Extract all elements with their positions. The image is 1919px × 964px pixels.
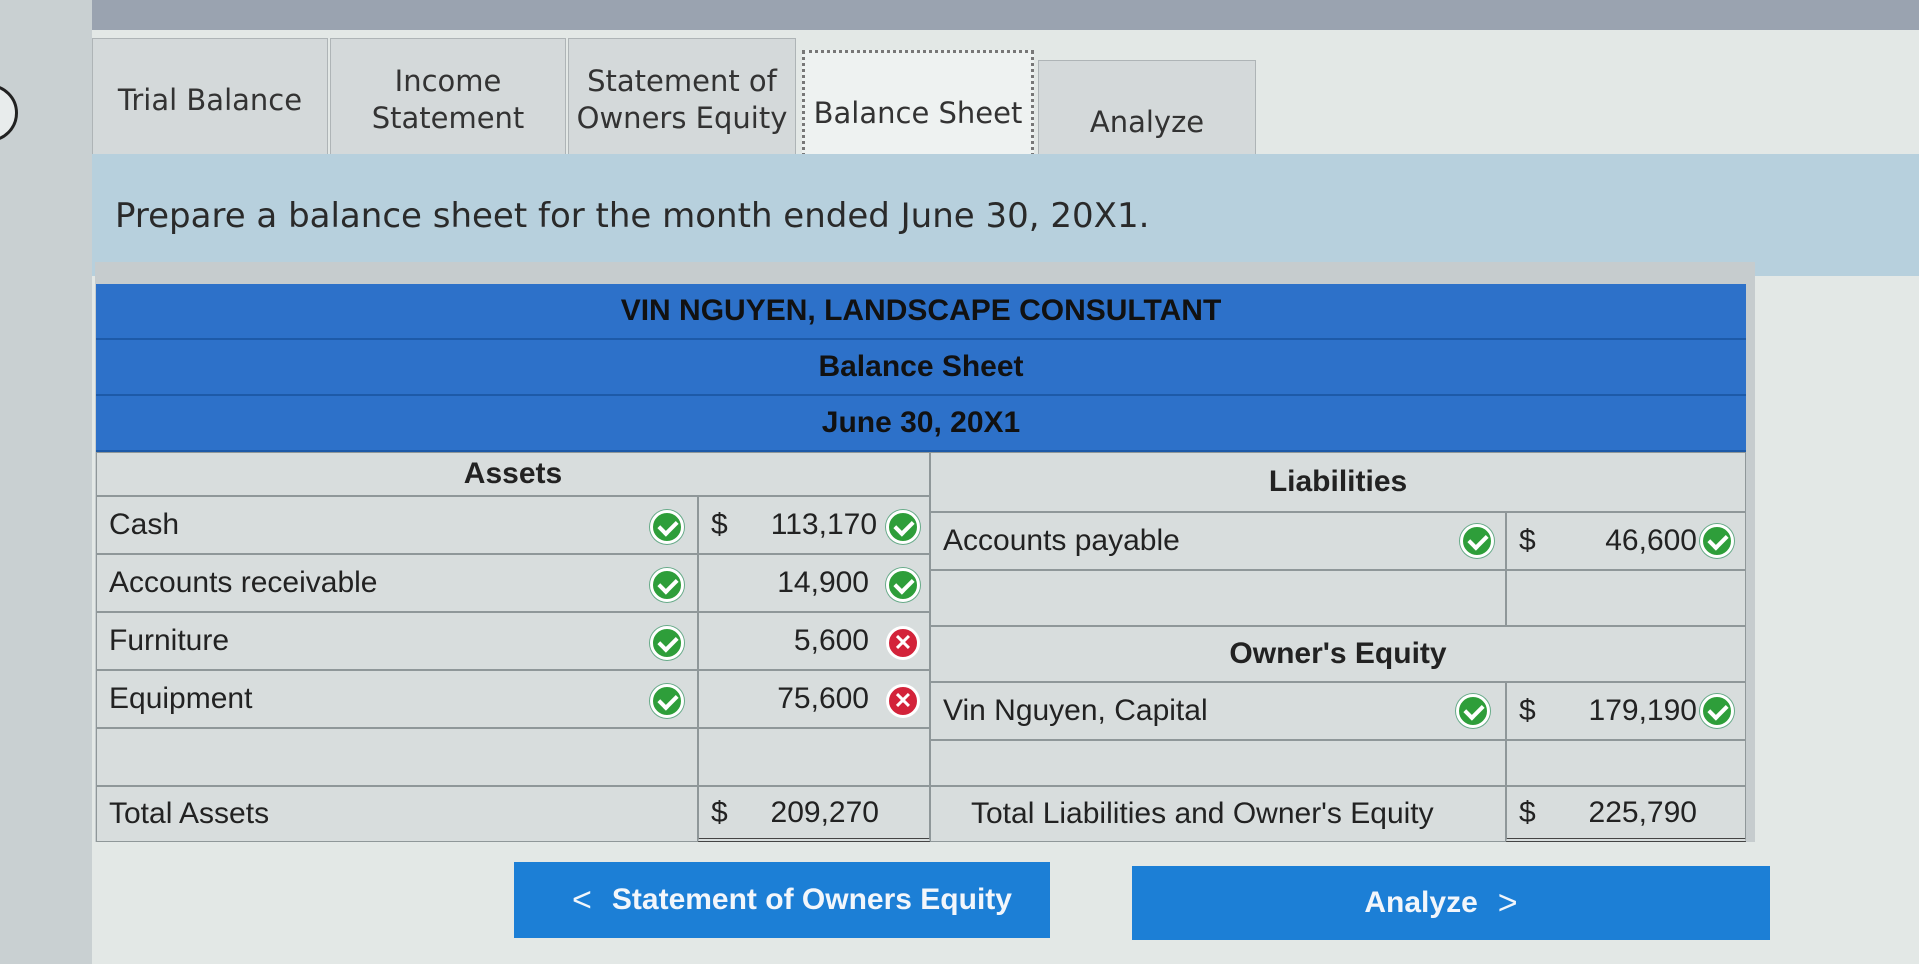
instructions-text: Prepare a balance sheet for the month en… xyxy=(115,196,1150,236)
asset-label-furniture[interactable]: Furniture xyxy=(96,612,698,670)
correct-check-icon xyxy=(650,568,684,602)
correct-check-icon xyxy=(1460,524,1494,558)
tab-label: Statement of xyxy=(587,64,777,98)
tab-statement-owners-equity[interactable]: Statement of Owners Equity xyxy=(568,38,796,162)
correct-check-icon xyxy=(1700,694,1734,728)
dollar-sign: $ xyxy=(1519,795,1536,829)
tab-income-statement[interactable]: Income Statement xyxy=(330,38,566,162)
liability-label-accounts-payable[interactable]: Accounts payable xyxy=(930,512,1506,570)
company-name: VIN NGUYEN, LANDSCAPE CONSULTANT xyxy=(96,284,1746,340)
dollar-sign: $ xyxy=(711,795,728,829)
dollar-sign: $ xyxy=(1519,524,1536,557)
equity-label-empty[interactable] xyxy=(930,740,1506,786)
total-assets-amount[interactable]: $ 209,270 xyxy=(698,786,930,842)
correct-check-icon xyxy=(650,510,684,544)
correct-check-icon xyxy=(1700,524,1734,558)
correct-check-icon xyxy=(650,684,684,718)
chevron-right-icon: > xyxy=(1497,883,1518,922)
tab-label: Balance Sheet xyxy=(813,95,1023,130)
correct-check-icon xyxy=(1456,694,1490,728)
assets-header: Assets xyxy=(96,452,930,496)
liability-amount-empty[interactable] xyxy=(1506,570,1746,626)
equity-label-capital[interactable]: Vin Nguyen, Capital xyxy=(930,682,1506,740)
statement-date: June 30, 20X1 xyxy=(96,396,1746,452)
tab-label: Analyze xyxy=(1089,104,1205,139)
asset-amount-empty[interactable] xyxy=(698,728,930,786)
correct-check-icon xyxy=(886,568,920,602)
owners-equity-header: Owner's Equity xyxy=(930,626,1746,682)
equity-amount-empty[interactable] xyxy=(1506,740,1746,786)
next-analyze-button[interactable]: Analyze > xyxy=(1132,866,1770,940)
amount-value: 46,600 xyxy=(1605,524,1697,557)
correct-check-icon xyxy=(886,510,920,544)
prev-statement-button[interactable]: < Statement of Owners Equity xyxy=(514,862,1050,938)
liabilities-header: Liabilities xyxy=(930,452,1746,512)
chevron-left-icon: < xyxy=(572,880,592,919)
amount-value: 113,170 xyxy=(770,508,877,541)
amount-value: 209,270 xyxy=(770,795,879,829)
tab-label: Statement xyxy=(371,101,525,135)
left-strip xyxy=(0,0,92,964)
asset-label-empty[interactable] xyxy=(96,728,698,786)
amount-value: 179,190 xyxy=(1588,694,1697,727)
amount-value: 225,790 xyxy=(1588,795,1697,829)
asset-label-accounts-receivable[interactable]: Accounts receivable xyxy=(96,554,698,612)
dollar-sign: $ xyxy=(711,508,728,541)
total-liabilities-equity-label: Total Liabilities and Owner's Equity xyxy=(930,786,1506,842)
next-button-label: Analyze xyxy=(1364,886,1478,919)
incorrect-x-icon: ✕ xyxy=(886,684,920,718)
statement-title: Balance Sheet xyxy=(96,340,1746,396)
prev-button-label: Statement of Owners Equity xyxy=(611,883,1012,916)
tab-trial-balance[interactable]: Trial Balance xyxy=(92,38,328,162)
tab-label: Trial Balance xyxy=(117,82,303,117)
tab-label: Income xyxy=(394,64,502,98)
asset-label-cash[interactable]: Cash xyxy=(96,496,698,554)
liability-label-empty[interactable] xyxy=(930,570,1506,626)
asset-label-equipment[interactable]: Equipment xyxy=(96,670,698,728)
tab-label: Owners Equity xyxy=(576,101,788,135)
dollar-sign: $ xyxy=(1519,694,1536,727)
incorrect-x-icon: ✕ xyxy=(886,626,920,660)
total-assets-label: Total Assets xyxy=(96,786,698,842)
correct-check-icon xyxy=(650,626,684,660)
total-liabilities-equity-amount[interactable]: $ 225,790 xyxy=(1506,786,1746,842)
